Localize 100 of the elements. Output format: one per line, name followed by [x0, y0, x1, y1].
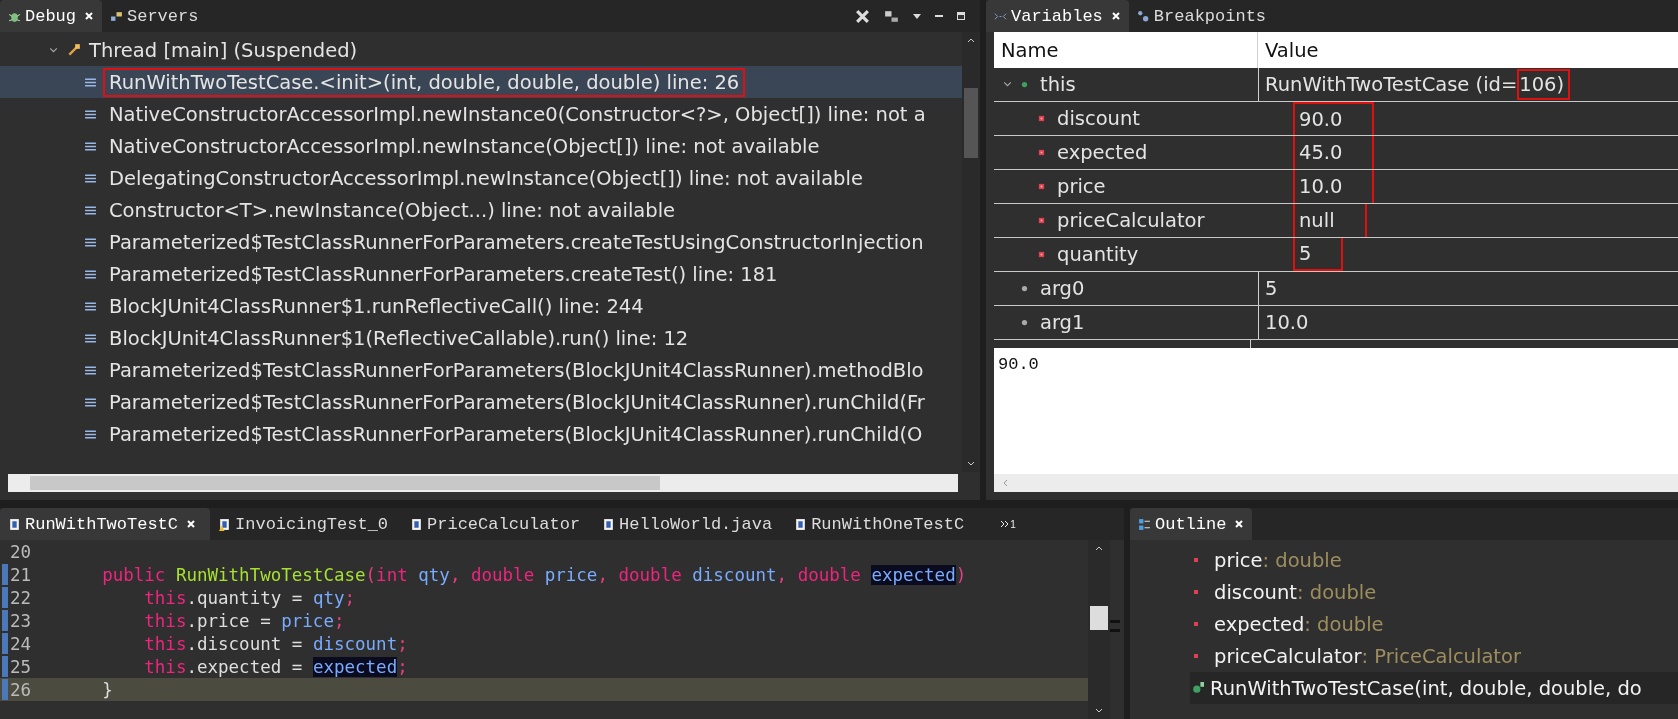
stack-frame-icon	[84, 395, 97, 409]
line-number: 21	[10, 564, 33, 585]
gutter-marker	[2, 587, 8, 608]
outline-item[interactable]: discount: double	[1130, 576, 1678, 608]
stack-frame[interactable]: NativeConstructorAccessorImpl.newInstance0(Constructor<?>, Object[]) line: not a	[0, 98, 962, 130]
field-icon	[1192, 620, 1200, 628]
scroll-thumb[interactable]	[964, 88, 978, 158]
view-tab[interactable]: Breakpoints	[1128, 0, 1275, 32]
variable-name[interactable]: arg0	[1040, 277, 1085, 300]
variable-value: 5	[1265, 277, 1278, 300]
constructor-icon	[1192, 682, 1204, 694]
dropdown-icon[interactable]	[912, 11, 922, 21]
stack-frame[interactable]: RunWithTwoTestCase.<init>(int, double, double, double) line: 26	[0, 66, 962, 98]
variable-value: RunWithTwoTestCase (id=	[1265, 73, 1518, 96]
java-file-icon	[8, 517, 21, 531]
code-line: this.price = price;	[143, 610, 345, 631]
stack-frame-icon	[84, 267, 97, 281]
variable-name[interactable]: quantity	[1057, 243, 1139, 266]
variable-name[interactable]: arg1	[1040, 311, 1085, 334]
variable-value: 5	[1293, 238, 1344, 271]
code-line: }	[101, 679, 113, 700]
stack-frame-icon	[84, 331, 97, 345]
stack-frame[interactable]: Parameterized$TestClassRunnerForParameters(BlockJUnit4ClassRunner).runChild(O	[0, 418, 962, 450]
code-line: this.quantity = qty;	[143, 587, 356, 608]
variable-name[interactable]: expected	[1057, 141, 1148, 164]
stack-frame[interactable]: Parameterized$TestClassRunnerForParameters(BlockJUnit4ClassRunner).methodBlo	[0, 354, 962, 386]
view-tab[interactable]: Debug	[0, 0, 102, 32]
gutter-marker	[2, 679, 8, 700]
detail-text: 90.0	[998, 355, 1039, 374]
outline-icon	[1138, 517, 1151, 531]
view-tab[interactable]: Servers	[102, 0, 207, 32]
line-number: 25	[10, 656, 33, 677]
outline-item[interactable]: expected: double	[1130, 608, 1678, 640]
variable-name[interactable]: price	[1057, 175, 1106, 198]
code-line: this.expected = expected;	[143, 656, 408, 677]
scrollbar[interactable]	[1088, 540, 1110, 719]
close-icon[interactable]	[1234, 519, 1245, 529]
outline-item[interactable]: RunWithTwoTestCase(int, double, double, do	[1190, 672, 1678, 704]
editor-tab[interactable]: PriceCalculator	[402, 508, 595, 540]
stack-frame[interactable]: Parameterized$TestClassRunnerForParameters.createTestUsingConstructorInjection	[0, 226, 962, 258]
thread-icon	[67, 43, 81, 57]
variable-name[interactable]: this	[1040, 73, 1076, 96]
close-icon[interactable]	[186, 519, 197, 529]
detail-pane[interactable]: 90.0	[994, 348, 1678, 474]
scroll-thumb[interactable]	[1090, 606, 1108, 630]
remove-all-icon[interactable]	[854, 7, 871, 25]
stack-frame[interactable]: DelegatingConstructorAccessorImpl.newInstance(Object[]) line: not available	[0, 162, 962, 194]
java-file-icon	[602, 517, 616, 531]
stack-frame-icon	[84, 235, 97, 249]
thread-label: Thread [main] (Suspended)	[89, 38, 358, 62]
view-tab[interactable]: Variables	[986, 0, 1129, 32]
line-number: 20	[10, 541, 33, 562]
outline-item[interactable]: priceCalculator: PriceCalculator	[1130, 640, 1678, 672]
local-variable-icon	[1021, 319, 1028, 326]
editor-tab[interactable]: HelloWorld.java	[594, 508, 787, 540]
close-icon[interactable]	[1110, 11, 1121, 21]
view-tab[interactable]: Outline	[1130, 508, 1253, 540]
editor-tab[interactable]: RunWithTwoTestC	[0, 508, 211, 540]
stack-frame[interactable]: Parameterized$TestClassRunnerForParameters(BlockJUnit4ClassRunner).runChild(Fr	[0, 386, 962, 418]
column-header[interactable]: Value	[1258, 32, 1678, 68]
code-line: public RunWithTwoTestCase(int qty, double price, double discount, double expected)	[101, 564, 967, 585]
local-variable-icon	[1021, 285, 1028, 292]
gutter-marker	[2, 656, 8, 677]
stack-frame[interactable]: NativeConstructorAccessorImpl.newInstance(Object[]) line: not available	[0, 130, 962, 162]
outline-item[interactable]: price: double	[1130, 544, 1678, 576]
variable-value: 10.0	[1293, 170, 1375, 203]
stack-frame-icon	[84, 107, 97, 121]
editor-tab[interactable]: RunWithOneTestC	[786, 508, 979, 540]
variable-name[interactable]: discount	[1057, 107, 1140, 130]
field-icon	[1192, 588, 1200, 596]
java-file-icon	[410, 517, 424, 531]
variable-value: 106)	[1517, 69, 1571, 100]
scrollbar[interactable]	[962, 32, 980, 472]
stack-frame[interactable]: BlockJUnit4ClassRunner$1.runReflectiveCall() line: 244	[0, 290, 962, 322]
variable-value: 45.0	[1293, 136, 1375, 169]
stack-frame[interactable]: BlockJUnit4ClassRunner$1(ReflectiveCallable).run() line: 12	[0, 322, 962, 354]
variable-value: null	[1293, 204, 1367, 237]
object-icon	[1021, 81, 1028, 88]
field-icon	[1038, 217, 1045, 224]
scrollbar[interactable]	[8, 474, 958, 492]
scrollbar[interactable]	[994, 474, 1678, 492]
scroll-thumb[interactable]	[30, 476, 660, 490]
variable-name[interactable]: priceCalculator	[1057, 209, 1205, 232]
expand-icon[interactable]	[1002, 79, 1013, 90]
maximize-icon[interactable]	[956, 11, 966, 21]
line-number: 26	[10, 679, 33, 700]
gutter-marker	[2, 610, 8, 631]
stack-frame-icon	[84, 427, 97, 441]
stack-frame-icon	[84, 171, 97, 185]
code-line: this.discount = discount;	[143, 633, 408, 654]
more-tabs-button[interactable]: 1	[996, 508, 1020, 540]
stack-frame[interactable]: Parameterized$TestClassRunnerForParameters.createTest() line: 181	[0, 258, 962, 290]
field-icon	[1192, 556, 1200, 564]
stack-frame[interactable]: Constructor<T>.newInstance(Object...) line: not available	[0, 194, 962, 226]
line-number: 22	[10, 587, 33, 608]
close-icon[interactable]	[84, 11, 94, 21]
field-icon	[1038, 115, 1045, 122]
column-header[interactable]: Name	[994, 32, 1258, 68]
editor-tab[interactable]: InvoicingTest_0	[210, 508, 403, 540]
stack-frame-icon	[84, 139, 97, 153]
